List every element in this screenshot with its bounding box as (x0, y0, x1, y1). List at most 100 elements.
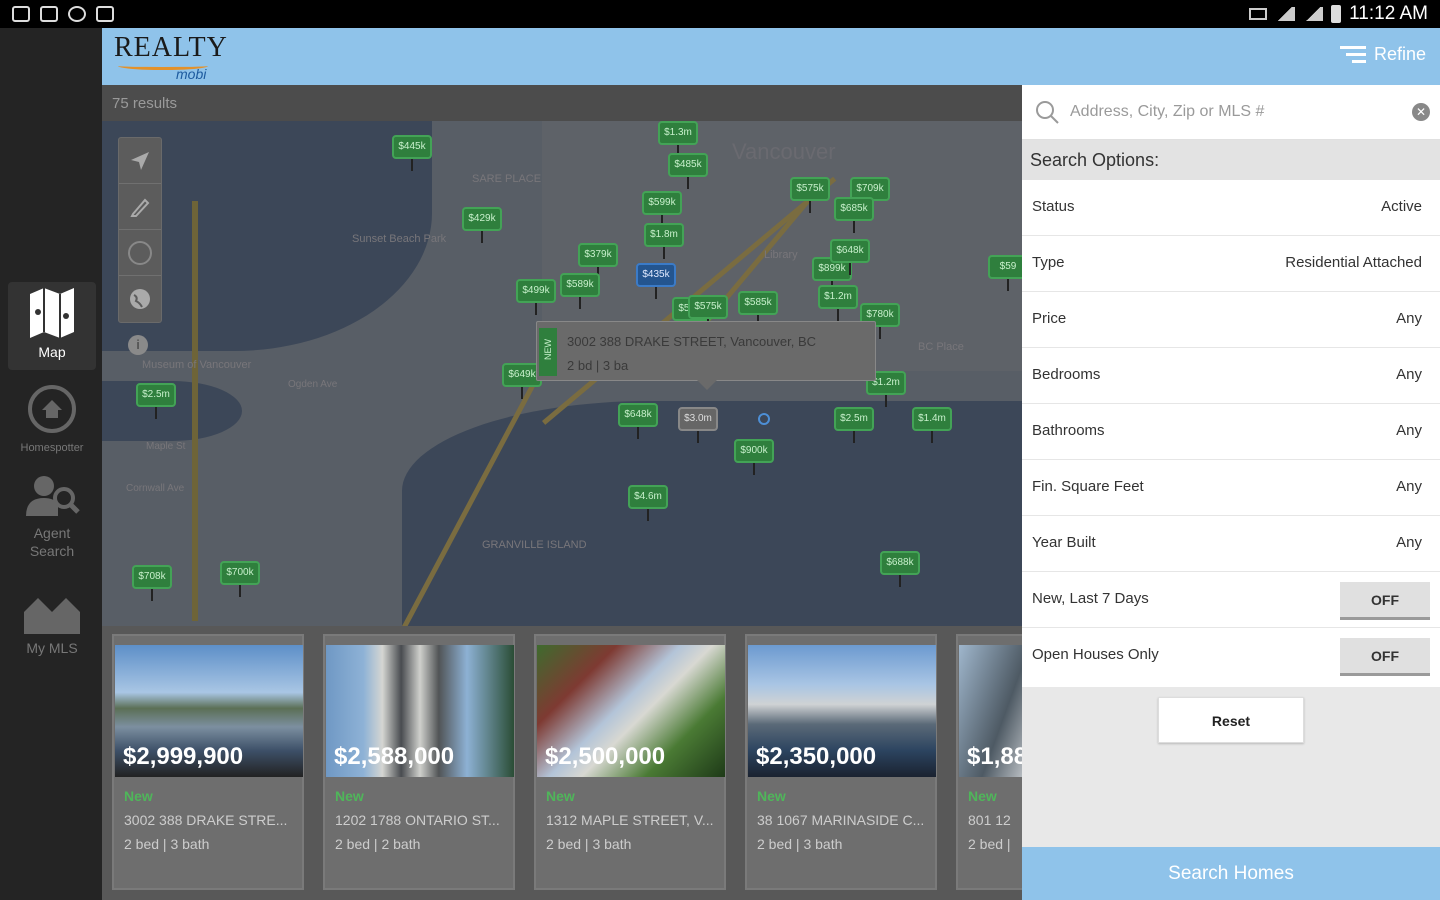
listing-beds: 2 bed | 2 bath (335, 836, 421, 852)
price-pin[interactable]: $700k (220, 561, 260, 597)
price-pin[interactable]: $688k (880, 551, 920, 587)
option-value: Any (1396, 478, 1422, 495)
option-open-houses-only: Open Houses Only OFF (1022, 628, 1440, 687)
refine-button[interactable]: Refine (1339, 44, 1426, 65)
map-label: Maple St (146, 441, 186, 452)
listing-address: 1202 1788 ONTARIO ST... (335, 812, 500, 828)
price-pin[interactable]: $59 (988, 255, 1022, 291)
sidebar-item-label: Homespotter (20, 442, 84, 454)
listing-card[interactable]: $2,999,900 New 3002 388 DRAKE STRE... 2 … (112, 634, 304, 890)
option-type[interactable]: Type Residential Attached (1022, 236, 1440, 292)
price-pin[interactable]: $685k (834, 197, 874, 233)
listing-address: 38 1067 MARINASIDE C... (757, 812, 925, 828)
price-pin[interactable]: $1.4m (912, 407, 952, 443)
option-label: Type (1032, 254, 1065, 271)
globe-button[interactable] (119, 276, 161, 322)
price-pin[interactable]: $485k (668, 153, 708, 189)
listing-card[interactable]: $2,588,000 New 1202 1788 ONTARIO ST... 2… (323, 634, 515, 890)
price-pin[interactable]: $429k (462, 207, 502, 243)
sidebar-item-homespotter[interactable]: Homespotter (8, 384, 96, 456)
price-pin[interactable]: $1.8m (644, 223, 684, 259)
price-pin[interactable]: $648k (830, 239, 870, 275)
price-pin[interactable]: $445k (392, 135, 432, 171)
price-pin[interactable]: $708k (132, 565, 172, 601)
option-label: New, Last 7 Days (1032, 590, 1149, 607)
listing-address: 1312 MAPLE STREET, V... (546, 812, 714, 828)
search-options-header: Search Options: (1022, 140, 1440, 180)
price-pin[interactable]: $2.5m (136, 383, 176, 419)
option-label: Bathrooms (1032, 422, 1105, 439)
open-houses-toggle[interactable]: OFF (1340, 638, 1430, 676)
info-icon[interactable]: i (128, 335, 148, 355)
price-pin[interactable]: $585k (738, 291, 778, 327)
home-icon (28, 385, 76, 433)
listing-address: 801 12 (968, 812, 1011, 828)
option-year-built[interactable]: Year Built Any (1022, 516, 1440, 572)
search-options-panel: ✕ Search Options: Status Active Type Res… (1022, 85, 1440, 900)
reset-button[interactable]: Reset (1158, 697, 1304, 743)
price-pin[interactable]: $648k (618, 403, 658, 439)
listing-new-tag: New (546, 788, 575, 804)
map-view[interactable]: Vancouver Sunset Beach Park Library BC P… (102, 121, 1022, 626)
listing-photo: $2,350,000 (748, 645, 936, 777)
option-bedrooms[interactable]: Bedrooms Any (1022, 348, 1440, 404)
listing-card[interactable]: $1,88 New 801 12 2 bed | (956, 634, 1022, 890)
sync-icon (68, 6, 86, 22)
popup-new-tag: NEW (539, 328, 557, 376)
option-square-feet[interactable]: Fin. Square Feet Any (1022, 460, 1440, 516)
price-pin[interactable]: $4.6m (628, 485, 668, 521)
status-right: 11:12 AM (1249, 3, 1428, 25)
option-label: Year Built (1032, 534, 1096, 551)
map-road (192, 201, 198, 621)
price-pin[interactable]: $1.2m (818, 285, 858, 321)
listing-popup[interactable]: NEW 3002 388 DRAKE STREET, Vancouver, BC… (536, 321, 876, 390)
listing-beds: 2 bed | 3 bath (124, 836, 210, 852)
option-price[interactable]: Price Any (1022, 292, 1440, 348)
vibrate-icon (1249, 8, 1268, 20)
listing-cards[interactable]: $2,999,900 New 3002 388 DRAKE STRE... 2 … (102, 626, 1022, 900)
sidebar: Map Homespotter Agent Search My MLS (0, 28, 102, 900)
price-pin[interactable]: $575k (790, 177, 830, 213)
listing-new-tag: New (335, 788, 364, 804)
layers-button[interactable] (119, 230, 161, 276)
option-new-last-7-days: New, Last 7 Days OFF (1022, 572, 1440, 628)
price-pin[interactable]: $599k (642, 191, 682, 227)
map-icon (30, 288, 74, 338)
price-pin[interactable]: $2.5m (834, 407, 874, 443)
listing-price: $2,500,000 (545, 743, 666, 770)
price-pin[interactable]: $589k (560, 273, 600, 309)
draw-button[interactable] (119, 184, 161, 230)
sidebar-item-agent-search[interactable]: Agent Search (8, 472, 96, 564)
listing-new-tag: New (124, 788, 153, 804)
sidebar-item-label: Map (38, 344, 66, 360)
sidebar-item-my-mls[interactable]: My MLS (8, 592, 96, 672)
filter-icon (1339, 46, 1366, 63)
price-pin[interactable]: $379k (578, 243, 618, 279)
option-label: Status (1032, 198, 1075, 215)
sidebar-item-label: My MLS (26, 640, 78, 656)
clear-search-icon[interactable]: ✕ (1412, 103, 1430, 121)
option-value: Residential Attached (1285, 254, 1422, 271)
price-pin[interactable]: $3.0m (678, 407, 718, 443)
search-input[interactable] (1070, 95, 1400, 129)
price-pin[interactable]: $1.3m (658, 121, 698, 157)
search-icon (1036, 101, 1059, 124)
realty-mobi-logo[interactable]: REALTY mobi (114, 32, 234, 82)
locate-button[interactable] (119, 138, 161, 184)
price-pin[interactable]: $900k (734, 439, 774, 475)
map-label: BC Place (918, 341, 964, 353)
sidebar-item-map[interactable]: Map (8, 282, 96, 370)
price-pin-selected[interactable]: $435k (636, 263, 676, 299)
option-value: Any (1396, 310, 1422, 327)
listing-card[interactable]: $2,350,000 New 38 1067 MARINASIDE C... 2… (745, 634, 937, 890)
app-header: REALTY mobi Refine (102, 28, 1440, 85)
option-bathrooms[interactable]: Bathrooms Any (1022, 404, 1440, 460)
sd-card-icon (40, 6, 58, 22)
new-last-7-days-toggle[interactable]: OFF (1340, 582, 1430, 620)
listing-new-tag: New (968, 788, 997, 804)
search-homes-button[interactable]: Search Homes (1022, 847, 1440, 900)
price-pin[interactable]: $499k (516, 279, 556, 315)
listing-card[interactable]: $2,500,000 New 1312 MAPLE STREET, V... 2… (534, 634, 726, 890)
popup-beds: 2 bd | 3 ba (567, 358, 629, 373)
option-status[interactable]: Status Active (1022, 180, 1440, 236)
